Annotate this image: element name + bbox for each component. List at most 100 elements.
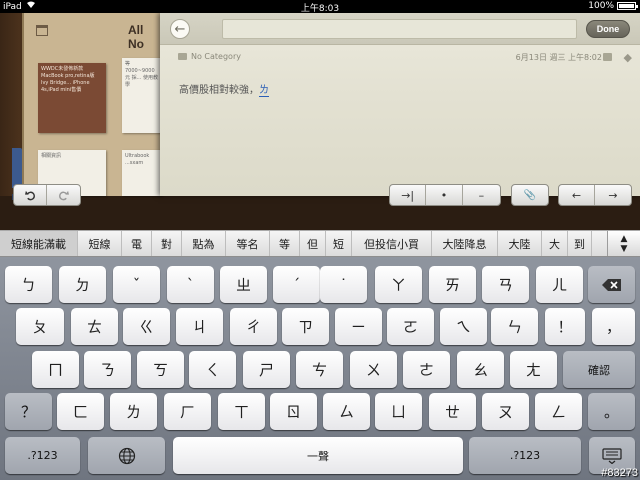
key[interactable]: ㄈ: [57, 393, 104, 430]
note-card[interactable]: WWDC未發佈新款MacBook pro,retina版 Ivy Bridge.…: [38, 63, 106, 133]
confirm-key[interactable]: 確認: [563, 351, 635, 388]
candidate-item[interactable]: 點為: [182, 231, 226, 256]
note-card[interactable]: Ultrabook ...sxam: [122, 150, 162, 196]
candidate-item[interactable]: 短線能滿載: [0, 231, 78, 256]
candidate-item[interactable]: 但: [300, 231, 326, 256]
key[interactable]: ㄝ: [429, 393, 476, 430]
key[interactable]: ㄆ: [16, 308, 64, 345]
key[interactable]: ㄕ: [243, 351, 290, 388]
numbers-key-right[interactable]: .?123: [469, 437, 581, 474]
more-candidates-button[interactable]: ▲ ▼: [607, 231, 640, 256]
backspace-key[interactable]: [588, 266, 635, 303]
key[interactable]: ㄦ: [536, 266, 583, 303]
key[interactable]: ㄥ: [535, 393, 582, 430]
key[interactable]: ㄔ: [230, 308, 277, 345]
key[interactable]: ㄟ: [440, 308, 487, 345]
key[interactable]: ㄨ: [350, 351, 397, 388]
note-title-input[interactable]: [222, 19, 577, 39]
note-card[interactable]: 等 7000~9000元 採... 使用教學: [122, 58, 162, 133]
category-label[interactable]: No Category: [191, 52, 241, 61]
candidate-item[interactable]: 電: [122, 231, 152, 256]
key[interactable]: ㄑ: [189, 351, 236, 388]
format-button-group: [13, 184, 81, 206]
battery-icon: [617, 2, 638, 10]
key[interactable]: ㄡ: [482, 393, 529, 430]
notes-list-panel: All No WWDC未發佈新款MacBook pro,retina版 Ivy …: [22, 13, 162, 196]
candidate-item[interactable]: 大陸降息: [432, 231, 498, 256]
key[interactable]: ㄙ: [323, 393, 370, 430]
note-body-text[interactable]: 高價股相對較強，ㄌ: [179, 81, 269, 97]
next-button[interactable]: →: [595, 185, 631, 205]
keyboard-hide-icon: [602, 447, 622, 464]
candidate-item[interactable]: 短: [326, 231, 352, 256]
key[interactable]: ？: [5, 393, 52, 430]
numbers-key-left[interactable]: .?123: [5, 437, 80, 474]
key[interactable]: ㄉ: [59, 266, 106, 303]
note-meta-row: No Category 6月13日 週三 上午8:02 ◆: [160, 51, 640, 65]
space-key[interactable]: 一聲: [173, 437, 463, 474]
key[interactable]: ，: [592, 308, 635, 345]
globe-icon: [118, 447, 135, 464]
key[interactable]: ㄧ: [335, 308, 382, 345]
nav-button-group: ← →: [558, 184, 632, 206]
key[interactable]: ˊ: [273, 266, 320, 303]
key[interactable]: ㄋ: [84, 351, 131, 388]
key[interactable]: ㄐ: [176, 308, 223, 345]
key[interactable]: 。: [588, 393, 635, 430]
key[interactable]: ！: [545, 308, 585, 345]
dash-button[interactable]: –: [463, 185, 500, 205]
key[interactable]: ㄍ: [123, 308, 170, 345]
key[interactable]: ㄘ: [296, 351, 343, 388]
key[interactable]: ㄌ: [110, 393, 157, 430]
candidate-item[interactable]: 但投信小買: [352, 231, 432, 256]
key[interactable]: ㄒ: [218, 393, 265, 430]
key[interactable]: ㄏ: [164, 393, 211, 430]
note-body-content: 高價股相對較強，: [179, 85, 259, 96]
attach-button[interactable]: 📎: [512, 185, 548, 205]
redo-button[interactable]: [47, 185, 80, 205]
key[interactable]: ㄊ: [71, 308, 118, 345]
key[interactable]: ㄖ: [270, 393, 317, 430]
globe-key[interactable]: [88, 437, 165, 474]
key[interactable]: ˋ: [167, 266, 214, 303]
key[interactable]: ㄚ: [375, 266, 422, 303]
key[interactable]: ˇ: [113, 266, 160, 303]
back-button[interactable]: ←: [170, 19, 190, 39]
tag-icon[interactable]: ◆: [624, 51, 632, 64]
candidate-item[interactable]: 對: [152, 231, 182, 256]
done-button[interactable]: Done: [586, 20, 630, 38]
note-date: 6月13日 週三 上午8:02: [515, 53, 602, 62]
key[interactable]: ㄜ: [403, 351, 450, 388]
arrow-up-icon: ▲ ▼: [620, 233, 628, 254]
key[interactable]: ㄎ: [137, 351, 184, 388]
media-icon[interactable]: [603, 53, 612, 61]
candidate-item[interactable]: 到: [568, 231, 592, 256]
candidate-item[interactable]: 等名: [226, 231, 270, 256]
candidate-item[interactable]: 等: [270, 231, 300, 256]
side-tab-blue[interactable]: [12, 148, 22, 188]
candidate-item[interactable]: 大: [542, 231, 568, 256]
key[interactable]: ㄣ: [491, 308, 538, 345]
composing-text: ㄌ: [259, 85, 269, 97]
key[interactable]: ㄛ: [387, 308, 434, 345]
note-card-text: WWDC未發佈新款MacBook pro,retina版 Ivy Bridge.…: [41, 66, 95, 93]
key[interactable]: ㄗ: [282, 308, 329, 345]
key[interactable]: ㄓ: [220, 266, 267, 303]
candidate-item[interactable]: 短線: [78, 231, 122, 256]
candidate-item[interactable]: 大陸: [498, 231, 542, 256]
key[interactable]: ㄞ: [429, 266, 476, 303]
undo-button[interactable]: [14, 185, 48, 205]
key[interactable]: ˙: [320, 266, 367, 303]
prev-button[interactable]: ←: [559, 185, 596, 205]
key[interactable]: ㄤ: [510, 351, 557, 388]
key[interactable]: ㄅ: [5, 266, 52, 303]
bullet-button[interactable]: •: [426, 185, 463, 205]
key[interactable]: ㄢ: [482, 266, 529, 303]
indent-button[interactable]: →|: [390, 185, 427, 205]
back-arrow-icon: ←: [174, 21, 186, 37]
calendar-icon[interactable]: [36, 25, 48, 36]
key[interactable]: ㄇ: [32, 351, 79, 388]
key[interactable]: ㄩ: [375, 393, 422, 430]
note-card-text: 相關資訊: [41, 153, 62, 159]
key[interactable]: ㄠ: [457, 351, 504, 388]
